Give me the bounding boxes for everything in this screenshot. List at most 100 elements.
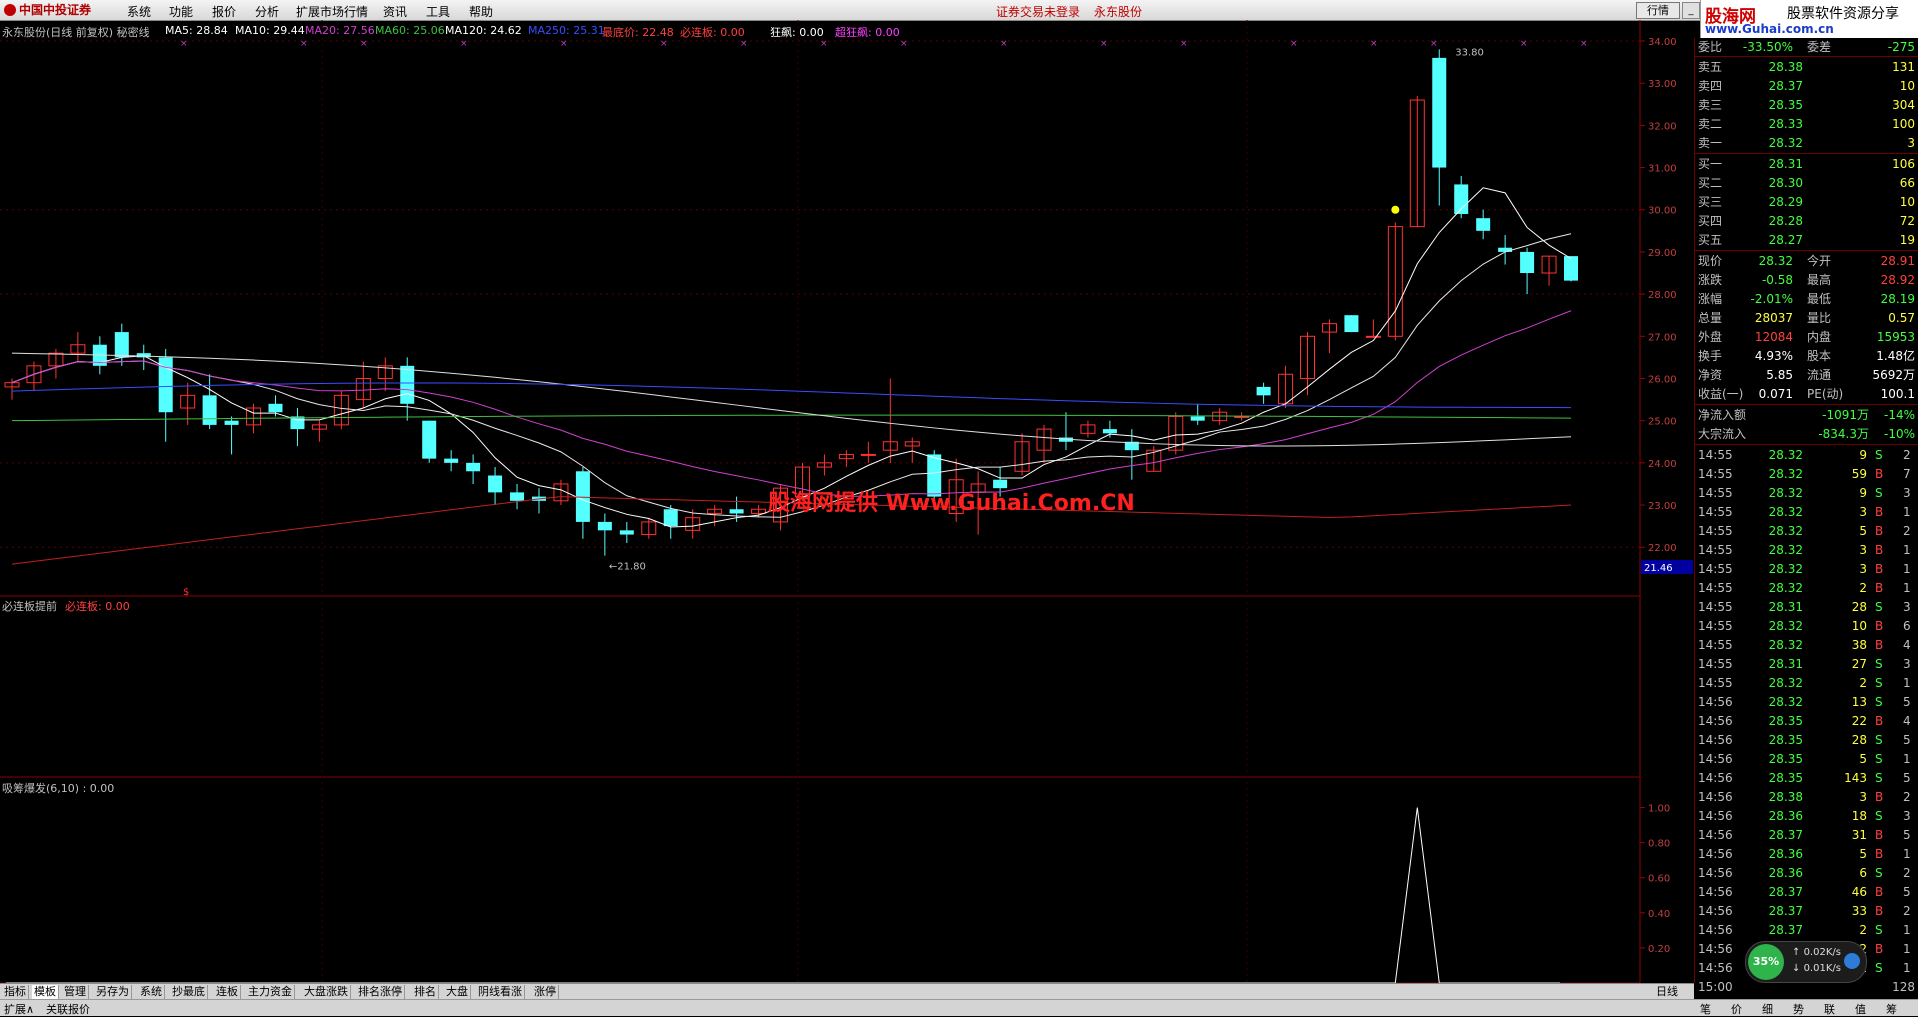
- quote-button[interactable]: 行情: [1636, 2, 1680, 19]
- price-tick-label: 31.00: [1648, 164, 1677, 175]
- stat-value: 28.92: [1880, 273, 1915, 287]
- signal-marker: ×: [900, 39, 908, 49]
- quote-panel: 委比 -33.50% 委差 -275 卖五 28.38 131 卖四 28.37 10 卖三 28.3…: [1694, 38, 1918, 994]
- tab-template[interactable]: 模板: [32, 985, 59, 999]
- ma5-legend: MA5: 28.84: [165, 24, 228, 37]
- tick-price: 28.32: [1768, 486, 1803, 500]
- candle-body: [466, 462, 481, 472]
- chaokuangbiao-legend: 超狂飙: 0.00: [835, 26, 900, 39]
- tick-time: 14:55: [1698, 581, 1733, 595]
- tick-side: B: [1875, 847, 1884, 861]
- menu-system[interactable]: 系统: [127, 3, 151, 20]
- tick-row: 14:55 28.32 9 S 3: [1695, 484, 1918, 503]
- tab-market[interactable]: 大盘: [444, 985, 471, 999]
- high-annotation: 33.80: [1455, 47, 1484, 58]
- stat-value: 28037: [1754, 311, 1793, 325]
- tick-row: 14:55 28.32 3 B 1: [1695, 560, 1918, 579]
- buy-price: 28.28: [1768, 214, 1803, 228]
- tick-count: 2: [1903, 524, 1911, 538]
- tick-count: 1: [1903, 942, 1911, 956]
- tick-price: 28.35: [1768, 733, 1803, 747]
- tick-side: S: [1875, 486, 1883, 500]
- stat-label: 总量: [1698, 311, 1723, 325]
- tab-limit-up[interactable]: 涨停: [532, 985, 559, 999]
- ma10-line: [11, 233, 1572, 518]
- chart-area[interactable]: × × × × × × × × × × × × × × × × × 33.80 ←21.80 $ 22.00 23.0…: [0, 20, 1694, 983]
- buy-price: 28.30: [1768, 176, 1803, 190]
- sell-price: 28.38: [1768, 60, 1803, 74]
- tick-row: 14:56 28.36 5 B 1: [1695, 845, 1918, 864]
- candle-body: [400, 365, 415, 404]
- tick-row: 14:56 28.37 31 B 5: [1695, 826, 1918, 845]
- tick-volume: 3: [1859, 790, 1867, 804]
- tick-side: S: [1875, 448, 1883, 462]
- tick-volume: 5: [1859, 524, 1867, 538]
- minimize-icon[interactable]: _: [1682, 2, 1700, 19]
- banner: 股海网 股票软件资源分享 www.Guhai.com.cn: [1700, 0, 1918, 38]
- tab-bearish-bullish[interactable]: 阴线看涨: [476, 985, 525, 999]
- ma5-line: [11, 187, 1572, 528]
- tick-side: B: [1875, 505, 1884, 519]
- tick-price: 28.31: [1768, 657, 1803, 671]
- price-tick-label: 28.00: [1648, 290, 1677, 301]
- panel2-title: 必连板提前: [2, 600, 57, 613]
- menu-tools[interactable]: 工具: [426, 3, 450, 20]
- tick-side: B: [1875, 790, 1884, 804]
- tick-row: 14:55 28.31 28 S 3: [1695, 598, 1918, 617]
- tick-count: 1: [1903, 543, 1911, 557]
- menu-analysis[interactable]: 分析: [255, 3, 279, 20]
- candle-body: [1102, 429, 1117, 434]
- tab-market-updown[interactable]: 大盘涨跌: [302, 985, 351, 999]
- tick-volume: 5: [1859, 752, 1867, 766]
- tick-row: 14:56 28.37 33 B 2: [1695, 902, 1918, 921]
- quote-separator: [1695, 404, 1918, 405]
- network-badge[interactable]: 35% ↑ 0.02K/s ↓ 0.01K/s: [1745, 941, 1867, 983]
- panel2-value: 必连板: 0.00: [65, 600, 130, 613]
- menu-function[interactable]: 功能: [169, 3, 193, 20]
- tick-price: 28.32: [1768, 619, 1803, 633]
- quote-separator: [1695, 56, 1918, 57]
- menu-quote[interactable]: 报价: [212, 3, 236, 20]
- menu-extended-market[interactable]: 扩展市场行情: [296, 3, 368, 20]
- tick-time: 14:55: [1698, 600, 1733, 614]
- price-tick-label: 27.00: [1648, 332, 1677, 343]
- stat-row: 涨跌 -0.58 最高 28.92: [1695, 271, 1918, 290]
- tab-bottom-fishing[interactable]: 抄最底: [170, 985, 208, 999]
- tab-system[interactable]: 系统: [138, 985, 165, 999]
- tick-row: 14:55 28.32 2 B 1: [1695, 579, 1918, 598]
- candle-body: [1498, 247, 1513, 252]
- menu-news[interactable]: 资讯: [383, 3, 407, 20]
- tab-lianban[interactable]: 连板: [214, 985, 241, 999]
- stat-value: 15953: [1876, 330, 1915, 344]
- tick-time: 14:55: [1698, 638, 1733, 652]
- tab-indicator[interactable]: 指标: [2, 985, 29, 999]
- panel3-title: 吸筹爆发(6,10) : 0.00: [2, 782, 115, 795]
- tick-volume: 59: [1851, 467, 1867, 481]
- timeframe-selector[interactable]: 日线: [1654, 985, 1680, 999]
- signal-marker: ×: [1100, 39, 1108, 49]
- tab-manage[interactable]: 管理: [62, 985, 89, 999]
- banner-url: www.Guhai.com.cn: [1705, 22, 1834, 36]
- tab-main-funds[interactable]: 主力资金: [246, 985, 295, 999]
- tick-time: 14:56: [1698, 942, 1733, 956]
- tab-save-as[interactable]: 另存为: [94, 985, 132, 999]
- sell-level-label: 卖五: [1698, 60, 1723, 74]
- tick-count: 2: [1903, 904, 1911, 918]
- signal-marker: ×: [1580, 39, 1588, 49]
- tick-volume: 3: [1859, 543, 1867, 557]
- tick-side: B: [1875, 562, 1884, 576]
- sell-level-row: 卖一 28.32 3: [1695, 134, 1918, 153]
- menu-help[interactable]: 帮助: [469, 3, 493, 20]
- indicator-tick-label: 0.80: [1648, 839, 1670, 850]
- tick-count: 2: [1903, 866, 1911, 880]
- tick-count: 2: [1903, 448, 1911, 462]
- tick-row: 14:56 28.35 5 S 1: [1695, 750, 1918, 769]
- tick-time: 14:55: [1698, 562, 1733, 576]
- tab-rank-limitup[interactable]: 排名涨停: [356, 985, 405, 999]
- tick-time: 14:55: [1698, 657, 1733, 671]
- buy-level-row: 买一 28.31 106: [1695, 155, 1918, 174]
- signal-marker: ×: [740, 39, 748, 49]
- signal-marker: ×: [460, 39, 468, 49]
- tick-row: 14:55 28.31 27 S 3: [1695, 655, 1918, 674]
- tab-rank[interactable]: 排名: [412, 985, 439, 999]
